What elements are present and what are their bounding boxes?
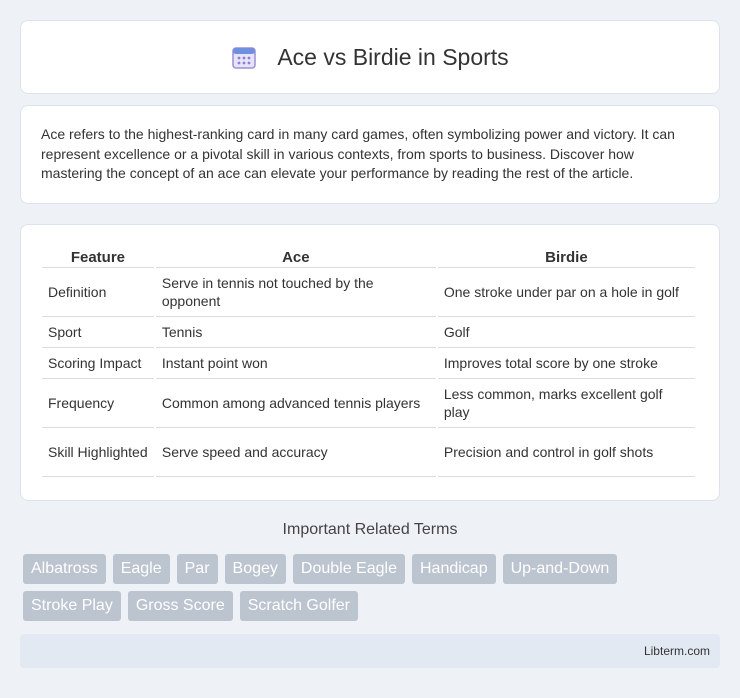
table-row: Skill Highlighted Serve speed and accura…	[42, 428, 695, 477]
footer: Libterm.com	[20, 634, 720, 668]
comparison-table: Feature Ace Birdie Definition Serve in t…	[40, 245, 697, 477]
tag-up-and-down[interactable]: Up-and-Down	[502, 554, 618, 584]
intro-card: Ace refers to the highest-ranking card i…	[20, 105, 720, 204]
footer-link[interactable]: Libterm.com	[644, 644, 710, 658]
header-ace: Ace	[155, 245, 436, 268]
table-row: Frequency Common among advanced tennis p…	[42, 379, 695, 428]
table-cell: Instant point won	[155, 348, 436, 379]
table-cell: Sport	[42, 317, 154, 348]
tag-bogey[interactable]: Bogey	[224, 554, 286, 584]
intro-text: Ace refers to the highest-ranking card i…	[41, 126, 675, 181]
table-cell: Common among advanced tennis players	[155, 379, 436, 428]
related-terms-title: Important Related Terms	[282, 521, 458, 538]
title-card: Ace vs Birdie in Sports	[20, 20, 720, 94]
tag-stroke-play[interactable]: Stroke Play	[23, 591, 121, 621]
page-title: Ace vs Birdie in Sports	[277, 43, 509, 70]
table-cell: Golf	[437, 317, 695, 348]
table-row: Scoring Impact Instant point won Improve…	[42, 348, 695, 379]
tag-handicap[interactable]: Handicap	[411, 554, 496, 584]
table-cell: Definition	[42, 268, 154, 317]
table-cell: Scoring Impact	[42, 348, 154, 379]
table-row: Definition Serve in tennis not touched b…	[42, 268, 695, 317]
table-header-row: Feature Ace Birdie	[42, 245, 695, 268]
tag-par[interactable]: Par	[176, 554, 218, 584]
header-feature: Feature	[42, 245, 154, 268]
tag-eagle[interactable]: Eagle	[112, 554, 170, 584]
tag-gross-score[interactable]: Gross Score	[127, 591, 233, 621]
calendar-icon	[232, 47, 257, 69]
table-cell: Frequency	[42, 379, 154, 428]
tag-double-eagle[interactable]: Double Eagle	[292, 554, 405, 584]
tag-albatross[interactable]: Albatross	[23, 554, 106, 584]
table-cell: One stroke under par on a hole in golf	[437, 268, 695, 317]
table-cell: Serve in tennis not touched by the oppon…	[155, 268, 436, 317]
table-cell: Tennis	[155, 317, 436, 348]
table-cell: Serve speed and accuracy	[155, 428, 436, 477]
table-cell: Less common, marks excellent golf play	[437, 379, 695, 428]
table-cell: Precision and control in golf shots	[437, 428, 695, 477]
table-cell: Improves total score by one stroke	[437, 348, 695, 379]
comparison-card: Feature Ace Birdie Definition Serve in t…	[20, 224, 720, 501]
table-cell: Skill Highlighted	[42, 428, 154, 477]
header-birdie: Birdie	[437, 245, 695, 268]
tag-scratch-golfer[interactable]: Scratch Golfer	[239, 591, 358, 621]
table-row: Sport Tennis Golf	[42, 317, 695, 348]
related-terms-list: Albatross Eagle Par Bogey Double Eagle H…	[23, 554, 723, 628]
